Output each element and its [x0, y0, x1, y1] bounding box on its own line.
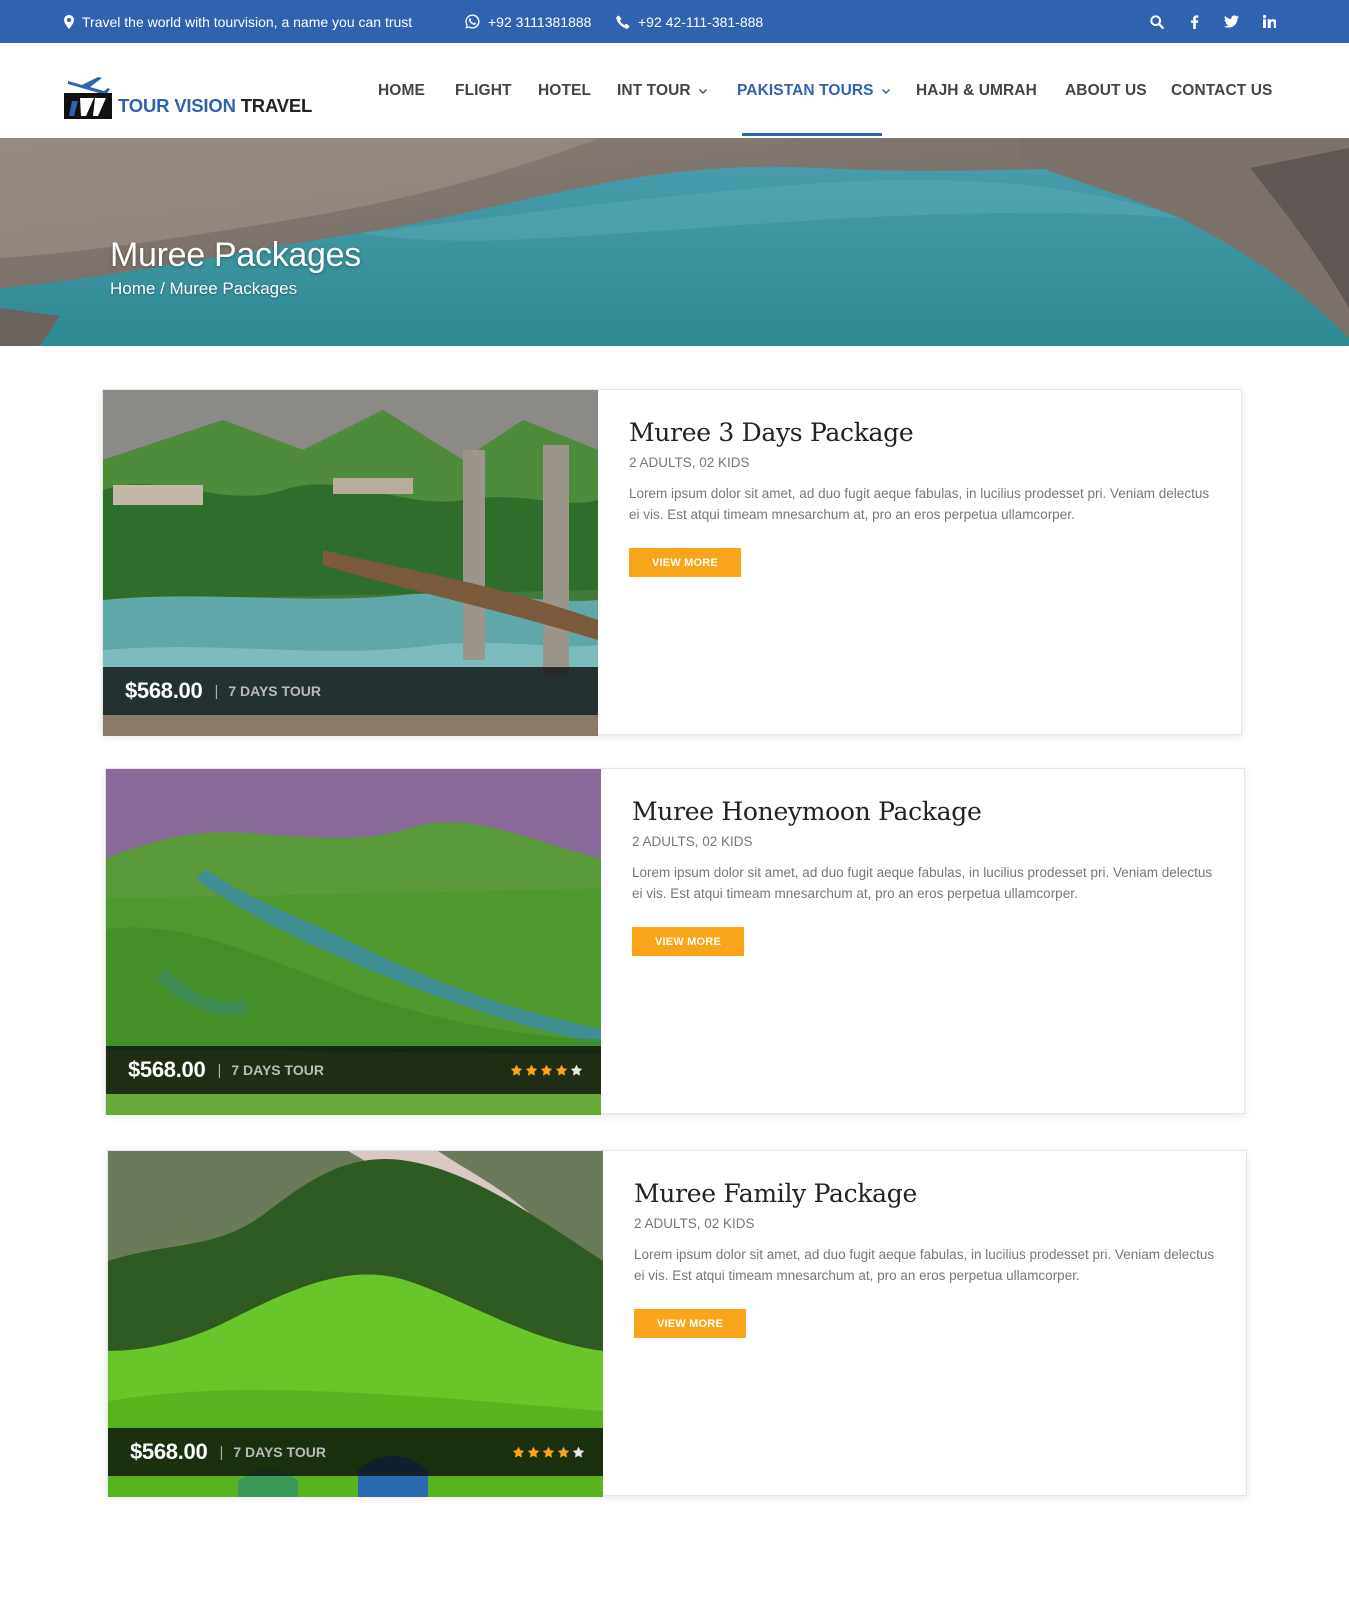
chevron-down-icon — [881, 88, 890, 94]
star-icon — [510, 1064, 523, 1076]
rating-stars — [510, 1046, 583, 1094]
linkedin-icon — [1262, 15, 1276, 28]
nav-item-contact-us[interactable]: CONTACT US — [1171, 43, 1272, 138]
package-card: $568.00 | 7 DAYS TOUR Muree Family Packa… — [107, 1150, 1247, 1497]
top-bar: Travel the world with tourvision, a name… — [0, 0, 1349, 43]
package-card: $568.00 | 7 DAYS TOUR Muree 3 Days Packa… — [102, 389, 1242, 736]
active-nav-indicator — [742, 133, 882, 136]
package-title[interactable]: Muree 3 Days Package — [629, 418, 914, 447]
star-empty-icon — [570, 1064, 583, 1076]
package-card: $568.00 | 7 DAYS TOUR Muree Honeymoon Pa… — [105, 768, 1245, 1115]
star-empty-icon — [572, 1446, 585, 1458]
package-photo[interactable]: $568.00 | 7 DAYS TOUR — [106, 769, 601, 1115]
nav-item-hotel[interactable]: HOTEL — [538, 43, 591, 138]
phone-icon — [616, 15, 630, 29]
chevron-down-icon — [698, 88, 707, 94]
twitter-icon — [1223, 15, 1239, 28]
nav-item-pakistan-tours[interactable]: PAKISTAN TOURS — [737, 43, 891, 138]
package-description: Lorem ipsum dolor sit amet, ad duo fugit… — [632, 865, 1213, 901]
price-bar: $568.00 | 7 DAYS TOUR — [103, 667, 598, 715]
price: $568.00 — [128, 1057, 206, 1082]
whatsapp-icon — [465, 14, 480, 29]
facebook-icon — [1190, 14, 1198, 29]
breadcrumb: Home / Muree Packages — [110, 279, 298, 298]
price-bar: $568.00 | 7 DAYS TOUR — [106, 1046, 601, 1094]
package-guests: 2 ADULTS, 02 KIDS — [629, 455, 750, 470]
package-guests: 2 ADULTS, 02 KIDS — [634, 1216, 755, 1231]
nav-item-hajh-umrah[interactable]: HAJH & UMRAH — [916, 43, 1037, 138]
view-more-button[interactable]: VIEW MORE — [629, 548, 741, 577]
package-guests: 2 ADULTS, 02 KIDS — [632, 834, 753, 849]
package-description: Lorem ipsum dolor sit amet, ad duo fugit… — [629, 486, 1210, 522]
star-icon — [512, 1446, 525, 1458]
tagline-item: Travel the world with tourvision, a name… — [64, 0, 412, 43]
nav-item-about-us[interactable]: ABOUT US — [1065, 43, 1147, 138]
nav-label: HOTEL — [538, 81, 592, 99]
nav-label: ABOUT US — [1065, 81, 1147, 99]
star-icon — [525, 1064, 538, 1076]
star-icon — [557, 1446, 570, 1458]
linkedin-link[interactable] — [1257, 0, 1281, 43]
star-icon — [540, 1064, 553, 1076]
twitter-link[interactable] — [1219, 0, 1243, 43]
nav-label: PAKISTAN TOURS — [737, 81, 874, 99]
nav-item-home[interactable]: HOME — [378, 43, 425, 138]
star-icon — [527, 1446, 540, 1458]
price-separator: | — [217, 1061, 222, 1079]
rating-stars — [512, 1428, 585, 1476]
price-separator: | — [219, 1443, 224, 1461]
nav-label: FLIGHT — [455, 81, 512, 99]
search-button[interactable] — [1145, 0, 1169, 43]
star-icon — [542, 1446, 555, 1458]
view-more-button[interactable]: VIEW MORE — [634, 1309, 746, 1338]
nav-label: HAJH & UMRAH — [916, 81, 1037, 99]
package-description: Lorem ipsum dolor sit amet, ad duo fugit… — [634, 1247, 1215, 1283]
whatsapp-number: +92 3111381888 — [488, 13, 592, 30]
tagline-text: Travel the world with tourvision, a name… — [82, 13, 413, 30]
price-separator: | — [214, 682, 219, 700]
nav-item-flight[interactable]: FLIGHT — [455, 43, 512, 138]
page-title: Muree Packages — [110, 236, 361, 274]
package-photo[interactable]: $568.00 | 7 DAYS TOUR — [103, 390, 598, 736]
nav-label: CONTACT US — [1171, 81, 1273, 99]
price: $568.00 — [125, 678, 203, 703]
map-marker-icon — [64, 14, 74, 29]
nav-label: INT TOUR — [617, 81, 691, 99]
facebook-link[interactable] — [1182, 0, 1206, 43]
phone-number: +92 42-111-381-888 — [638, 13, 764, 30]
tour-duration: 7 DAYS TOUR — [233, 1444, 326, 1460]
star-icon — [555, 1064, 568, 1076]
main-header: TOUR VISION TRAVEL HOME FLIGHT HOTEL INT… — [0, 43, 1349, 138]
search-icon — [1150, 14, 1164, 29]
view-more-button[interactable]: VIEW MORE — [632, 927, 744, 956]
whatsapp-contact[interactable]: +92 3111381888 — [465, 0, 591, 43]
nav-item-int-tour[interactable]: INT TOUR — [617, 43, 708, 138]
price-bar: $568.00 | 7 DAYS TOUR — [108, 1428, 603, 1476]
package-title[interactable]: Muree Honeymoon Package — [632, 797, 982, 826]
nav-label: HOME — [378, 81, 425, 99]
tour-duration: 7 DAYS TOUR — [231, 1062, 324, 1078]
tour-duration: 7 DAYS TOUR — [228, 683, 321, 699]
price: $568.00 — [130, 1439, 208, 1464]
package-photo[interactable]: $568.00 | 7 DAYS TOUR — [108, 1151, 603, 1497]
main-nav: HOME FLIGHT HOTEL INT TOUR PAKISTAN TOUR… — [0, 43, 1349, 138]
phone-contact[interactable]: +92 42-111-381-888 — [616, 0, 763, 43]
package-title[interactable]: Muree Family Package — [634, 1179, 917, 1208]
